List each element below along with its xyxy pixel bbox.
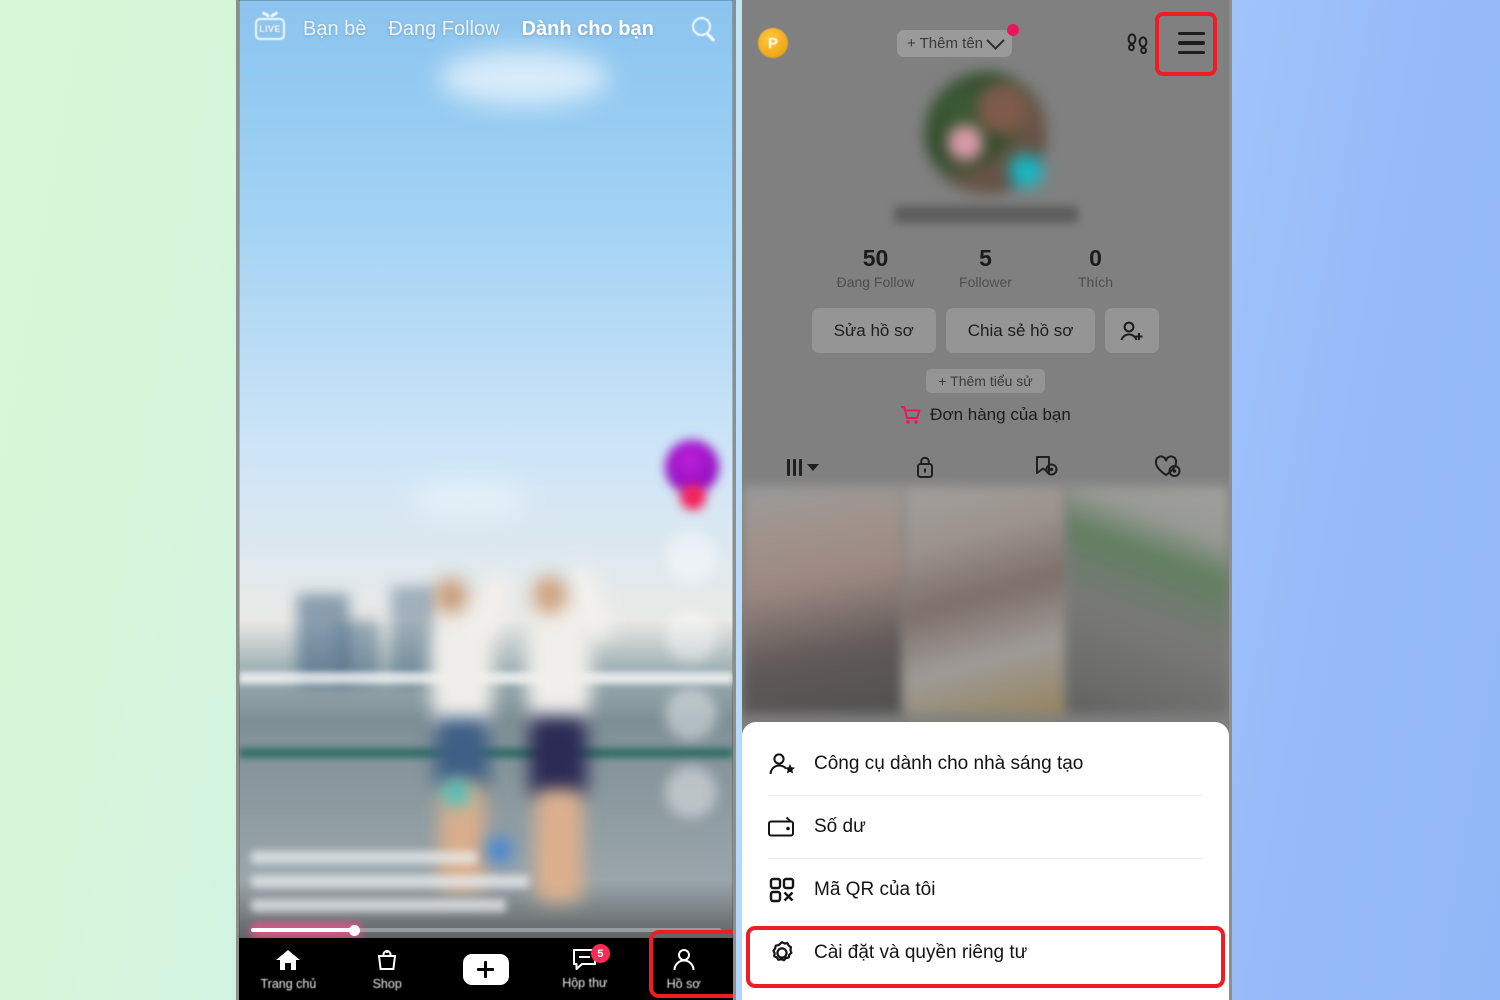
sheet-item-settings-privacy[interactable]: Cài đặt và quyền riêng tư — [742, 921, 1229, 984]
stat-followers-label: Follower — [959, 274, 1012, 291]
shopping-cart-icon — [901, 406, 921, 425]
profile-action-buttons: Sửa hồ sơ Chia sẻ hồ sơ — [811, 308, 1160, 354]
add-bio-button[interactable]: + Thêm tiểu sử — [926, 369, 1045, 394]
prop-ball — [443, 780, 469, 806]
caret-down-icon — [806, 463, 819, 471]
lock-icon — [916, 457, 933, 479]
stat-followers-value: 5 — [979, 245, 992, 271]
tab-grid-sort[interactable] — [742, 458, 864, 476]
edit-profile-button[interactable]: Sửa hồ sơ — [811, 308, 936, 354]
hamburger-menu-icon[interactable] — [1169, 21, 1213, 65]
video-thumbnail[interactable] — [904, 486, 1067, 714]
bookmark-icon[interactable] — [665, 688, 717, 740]
grid-sort-icon — [786, 458, 802, 476]
video-thumbnail[interactable] — [1066, 486, 1229, 714]
video-progress-bar[interactable] — [251, 924, 721, 936]
stat-likes-value: 0 — [1089, 245, 1102, 271]
feed-tab-friends[interactable]: Bạn bè — [303, 18, 366, 41]
right-phone-profile-menu: P + Thêm tên 50 Đang Follow 5 Follower 0… — [742, 0, 1232, 1000]
chevron-down-icon — [986, 30, 1005, 50]
left-phone-tiktok-feed: LIVE Bạn bè Đang Follow Dành cho bạn Tra… — [236, 0, 736, 1000]
sheet-item-balance[interactable]: Số dư — [742, 795, 1229, 858]
tab-private[interactable] — [864, 454, 986, 480]
pro-badge-icon[interactable]: P — [758, 28, 788, 58]
dancer-figure — [529, 716, 587, 798]
nav-item-profile[interactable]: Hồ sơ — [634, 938, 733, 1000]
private-heart-icon — [1155, 455, 1181, 478]
qr-code-icon — [769, 877, 795, 902]
footsteps-icon[interactable] — [1121, 28, 1155, 58]
bottom-navigation-bar: Trang chủ Shop 5 Hộp thư Hồ sơ — [239, 938, 733, 1000]
add-person-button[interactable] — [1105, 308, 1160, 354]
live-label: LIVE — [255, 18, 285, 40]
avatar[interactable] — [924, 72, 1047, 194]
your-orders-label: Đơn hàng của bạn — [930, 405, 1071, 425]
feed-tab-foryou[interactable]: Dành cho bạn — [522, 18, 654, 41]
follow-plus-icon[interactable] — [680, 484, 706, 510]
wallet-icon — [768, 816, 794, 836]
screenshot-canvas: LIVE Bạn bè Đang Follow Dành cho bạn Tra… — [0, 0, 1500, 1000]
creator-tools-icon — [769, 752, 795, 774]
nav-item-shop[interactable]: Shop — [338, 938, 437, 1000]
nav-item-home[interactable]: Trang chủ — [239, 938, 338, 1000]
tab-saved[interactable] — [986, 454, 1108, 480]
add-name-button[interactable]: + Thêm tên — [896, 23, 1020, 57]
video-caption — [251, 851, 541, 938]
verified-badge-icon — [1008, 154, 1043, 188]
sheet-item-creator-tools[interactable]: Công cụ dành cho nhà sáng tạo — [742, 732, 1229, 795]
profile-stats: 50 Đang Follow 5 Follower 0 Thích — [821, 245, 1151, 290]
footsteps-glyph — [1127, 33, 1148, 55]
feed-top-nav: LIVE Bạn bè Đang Follow Dành cho bạn — [239, 0, 733, 58]
nav-label-home: Trang chủ — [260, 976, 317, 991]
inbox-badge: 5 — [590, 944, 610, 963]
sheet-label-settings-privacy: Cài đặt và quyền riêng tư — [814, 941, 1028, 963]
feed-tab-following[interactable]: Đang Follow — [388, 18, 499, 41]
profile-options-sheet: Công cụ dành cho nhà sáng tạo Số dư Mã Q… — [742, 722, 1229, 1000]
video-thumbnail[interactable] — [742, 486, 905, 714]
stat-following[interactable]: 50 Đang Follow — [821, 245, 931, 290]
stat-likes-label: Thích — [1077, 274, 1113, 291]
video-thumbnail-grid — [742, 486, 1229, 714]
nav-label-inbox: Hộp thư — [562, 976, 608, 990]
add-name-label: + Thêm tên — [906, 34, 984, 52]
sheet-label-creator-tools: Công cụ dành cho nhà sáng tạo — [814, 752, 1084, 774]
stat-likes[interactable]: 0 Thích — [1041, 245, 1151, 290]
person-icon — [673, 948, 695, 970]
gear-icon — [772, 940, 793, 961]
your-orders-row[interactable]: Đơn hàng của bạn — [900, 405, 1071, 425]
create-plus-icon[interactable] — [457, 953, 514, 985]
cloud-shape — [409, 480, 529, 520]
nav-label-shop: Shop — [372, 976, 402, 991]
nav-item-create[interactable] — [437, 938, 536, 1000]
sheet-label-my-qr: Mã QR của tôi — [814, 878, 936, 900]
sheet-item-my-qr[interactable]: Mã QR của tôi — [742, 858, 1229, 921]
profile-content-tabs — [742, 443, 1229, 491]
stat-following-label: Đang Follow — [836, 274, 915, 291]
shop-bag-icon — [378, 949, 397, 970]
search-icon[interactable] — [689, 14, 719, 44]
stat-followers[interactable]: 5 Follower — [931, 245, 1041, 290]
add-person-icon — [1120, 321, 1143, 341]
private-bookmark-icon — [1036, 456, 1058, 476]
video-action-rail[interactable] — [665, 440, 721, 844]
comment-icon[interactable] — [665, 610, 717, 662]
profile-body: 50 Đang Follow 5 Follower 0 Thích Sửa hồ… — [742, 72, 1229, 491]
tab-liked[interactable] — [1107, 454, 1229, 480]
live-icon[interactable]: LIVE — [253, 14, 287, 44]
notification-dot — [1007, 23, 1020, 36]
share-icon[interactable] — [665, 766, 717, 818]
dancer-figure — [535, 790, 583, 902]
dancer-figure — [533, 576, 567, 614]
sheet-label-balance: Số dư — [814, 815, 866, 837]
home-icon — [276, 949, 301, 970]
stat-following-value: 50 — [862, 245, 889, 271]
dancer-figure — [435, 578, 467, 614]
share-profile-button[interactable]: Chia sẻ hồ sơ — [945, 308, 1096, 354]
profile-username — [893, 206, 1078, 223]
nav-item-inbox[interactable]: 5 Hộp thư — [535, 938, 634, 1000]
cloud-shape — [439, 50, 609, 105]
nav-label-profile: Hồ sơ — [666, 976, 701, 991]
like-icon[interactable] — [665, 532, 717, 584]
